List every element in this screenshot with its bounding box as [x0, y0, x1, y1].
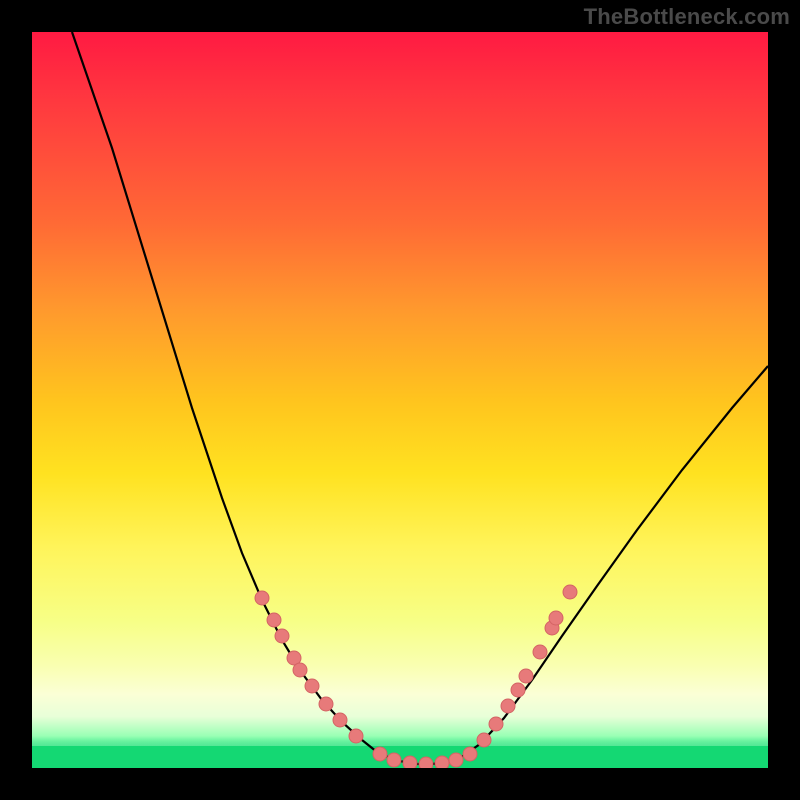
curve-marker: [349, 729, 363, 743]
curve-marker: [293, 663, 307, 677]
curve-marker: [305, 679, 319, 693]
curve-marker: [435, 756, 449, 768]
curve-marker: [373, 747, 387, 761]
curve-marker: [333, 713, 347, 727]
curve-marker: [275, 629, 289, 643]
curve-marker: [533, 645, 547, 659]
plot-area: [32, 32, 768, 768]
curve-marker: [419, 757, 433, 768]
curve-marker: [489, 717, 503, 731]
curve-marker: [501, 699, 515, 713]
curve-marker: [255, 591, 269, 605]
bottleneck-curve-svg: [32, 32, 768, 768]
watermark-text: TheBottleneck.com: [584, 4, 790, 30]
curve-marker: [387, 753, 401, 767]
curve-marker: [319, 697, 333, 711]
chart-frame: TheBottleneck.com: [0, 0, 800, 800]
curve-marker: [519, 669, 533, 683]
curve-markers: [255, 585, 577, 768]
curve-marker: [449, 753, 463, 767]
curve-marker: [267, 613, 281, 627]
curve-marker: [463, 747, 477, 761]
curve-marker: [549, 611, 563, 625]
curve-marker: [563, 585, 577, 599]
curve-marker: [477, 733, 491, 747]
bottleneck-curve: [72, 32, 768, 764]
curve-marker: [403, 756, 417, 768]
curve-marker: [511, 683, 525, 697]
